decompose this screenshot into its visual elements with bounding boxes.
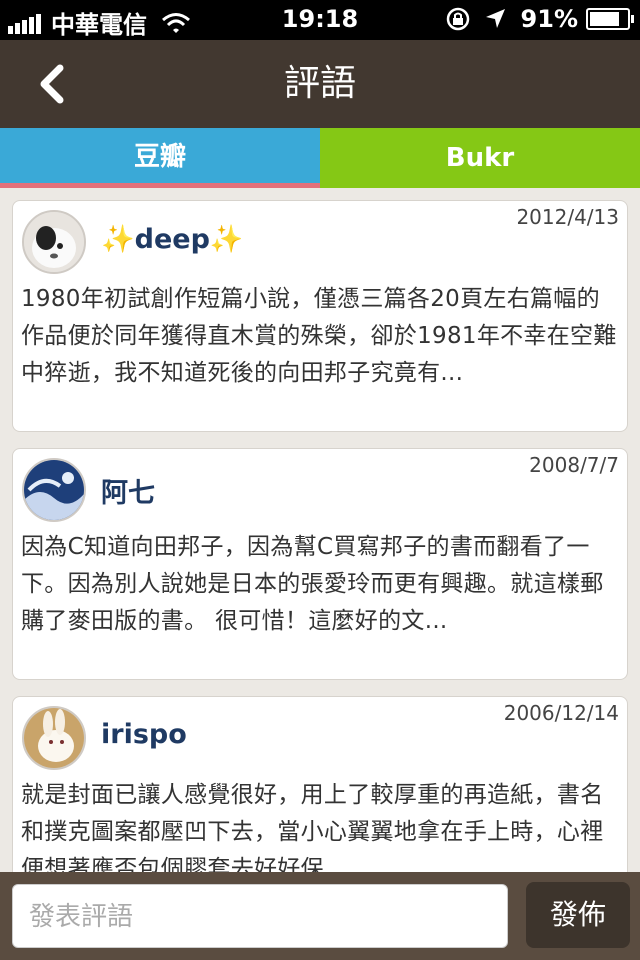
comment-input[interactable]: 發表評語	[12, 884, 508, 948]
comment-list[interactable]: ✨deep✨ 2012/4/13 1980年初試創作短篇小說，僅憑三篇各20頁左…	[0, 188, 640, 872]
battery-percent: 91%	[520, 5, 578, 33]
source-tabs: 豆瓣 Bukr	[0, 128, 640, 188]
comment-card[interactable]: ✨deep✨ 2012/4/13 1980年初試創作短篇小說，僅憑三篇各20頁左…	[12, 200, 628, 432]
back-button[interactable]	[30, 60, 78, 108]
tab-bukr[interactable]: Bukr	[320, 128, 640, 188]
status-bar: 中華電信 19:18 91%	[0, 0, 640, 40]
chevron-left-icon	[40, 64, 64, 104]
avatar	[22, 706, 86, 770]
comment-username[interactable]: ✨deep✨	[101, 223, 244, 255]
comment-text: 1980年初試創作短篇小說，僅憑三篇各20頁左右篇幅的作品便於同年獲得直木賞的殊…	[21, 286, 617, 386]
nav-bar: 評語	[0, 40, 640, 128]
location-arrow-icon	[485, 9, 505, 28]
comment-username[interactable]: 阿七	[101, 471, 155, 510]
rotation-lock-icon	[446, 7, 469, 31]
comment-date: 2012/4/13	[516, 205, 619, 229]
comment-composer: 發表評語 發佈	[0, 872, 640, 960]
comment-date: 2008/7/7	[529, 453, 619, 477]
battery-icon	[586, 8, 634, 30]
tab-douban[interactable]: 豆瓣	[0, 128, 320, 188]
comment-text: 就是封面已讓人感覺很好，用上了較厚重的再造紙，書名和撲克圖案都壓凹下去，當小心翼…	[21, 782, 604, 872]
comment-card[interactable]: irispo 2006/12/14 就是封面已讓人感覺很好，用上了較厚重的再造紙…	[12, 696, 628, 872]
comment-date: 2006/12/14	[503, 701, 619, 725]
avatar	[22, 458, 86, 522]
comment-username[interactable]: irispo	[101, 719, 187, 750]
page-title: 評語	[283, 63, 356, 104]
comment-card[interactable]: 阿七 2008/7/7 因為C知道向田邦子，因為幫C買寫邦子的書而翻看了一下。因…	[12, 448, 628, 680]
post-button[interactable]: 發佈	[526, 882, 630, 948]
avatar	[22, 210, 86, 274]
comment-text: 因為C知道向田邦子，因為幫C買寫邦子的書而翻看了一下。因為別人說她是日本的張愛玲…	[21, 534, 604, 634]
